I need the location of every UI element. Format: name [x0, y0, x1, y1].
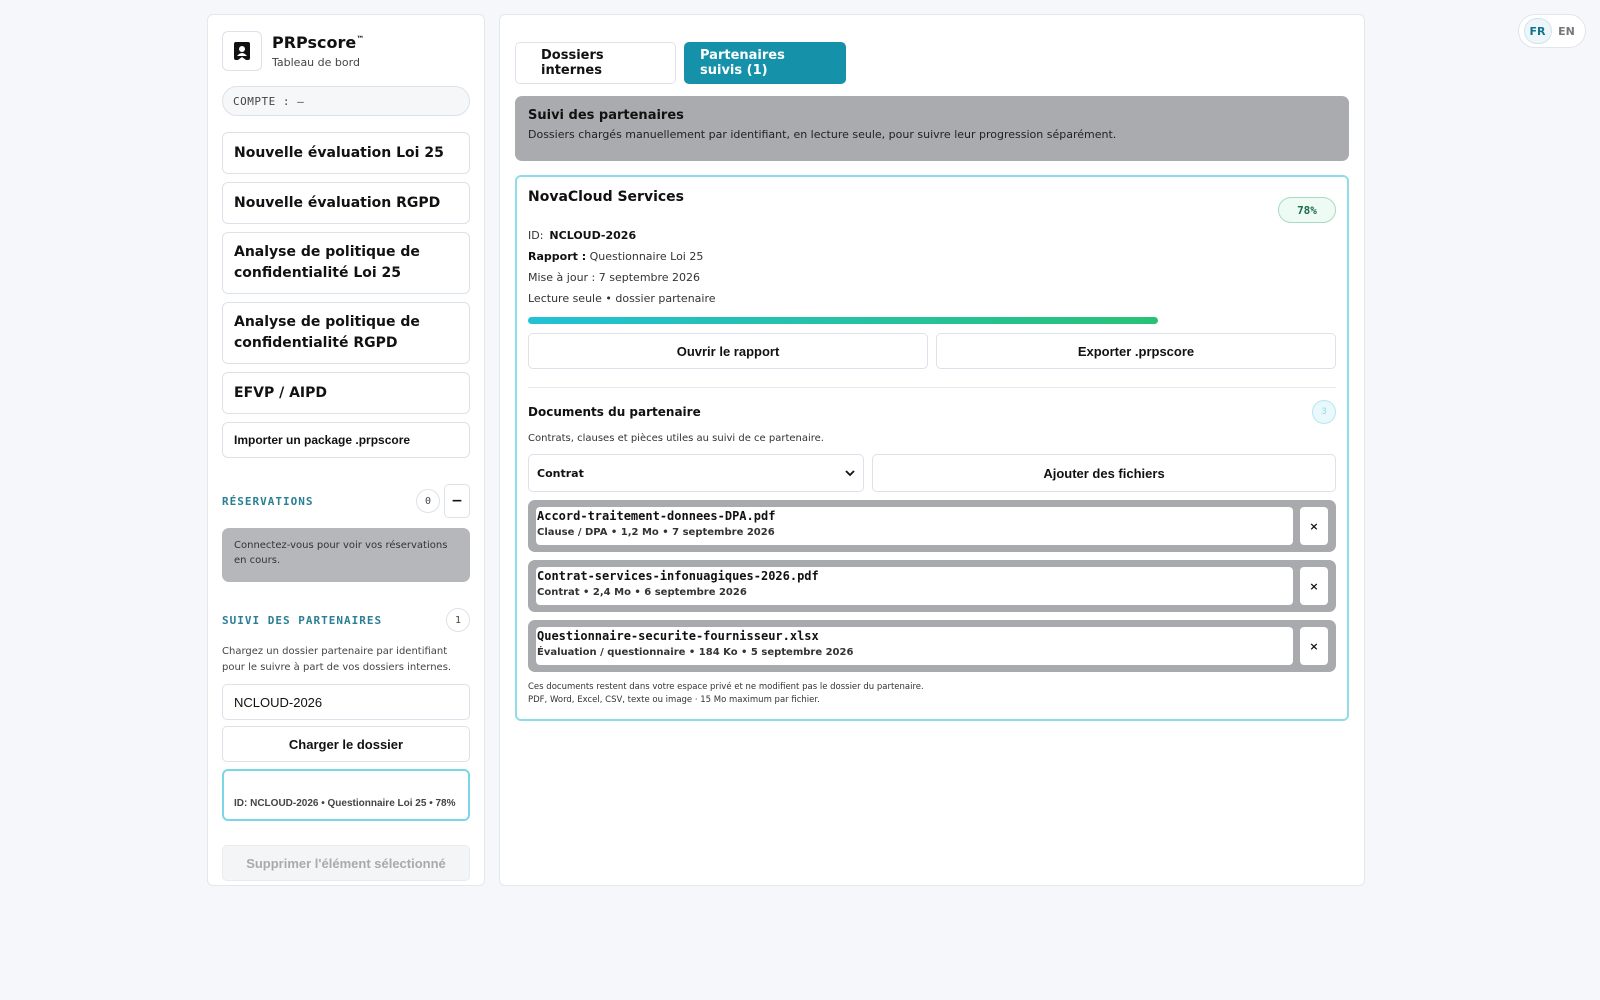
collapse-reservations-button[interactable]: −: [444, 484, 470, 518]
partner-card: NovaCloud Services 78% ID: NCLOUD-2026 Ra…: [515, 175, 1349, 721]
nav-new-rgpd[interactable]: Nouvelle évaluation RGPD: [222, 182, 470, 224]
reservations-header: RÉSERVATIONS 0 −: [222, 484, 470, 518]
partner-report-line: Rapport : Questionnaire Loi 25: [528, 250, 704, 263]
nav-policy-rgpd[interactable]: Analyse de politique de confidentialité …: [222, 302, 470, 364]
file-body[interactable]: Accord-traitement-donnees-DPA.pdf Clause…: [536, 507, 1293, 545]
export-prpscore-button[interactable]: Exporter .prpscore: [936, 333, 1336, 369]
remove-file-button[interactable]: ×: [1300, 567, 1328, 605]
load-dossier-button[interactable]: Charger le dossier: [222, 726, 470, 762]
file-meta: Clause / DPA • 1,2 Mo • 7 septembre 2026: [537, 527, 775, 538]
documents-subtitle: Contrats, clauses et pièces utiles au su…: [528, 433, 824, 444]
add-files-button[interactable]: Ajouter des fichiers: [872, 454, 1336, 492]
tab-internal-dossiers[interactable]: Dossiers internes: [515, 42, 676, 84]
file-meta: Contrat • 2,4 Mo • 6 septembre 2026: [537, 587, 747, 598]
partner-access-line: Lecture seule • dossier partenaire: [528, 292, 716, 305]
tabs: Dossiers internes Partenaires suivis (1): [515, 42, 1349, 84]
partner-name: NovaCloud Services: [528, 189, 684, 205]
delete-selected-button[interactable]: Supprimer l'élément sélectionné: [222, 845, 470, 881]
banner-subtitle: Dossiers chargés manuellement par identi…: [528, 128, 1117, 141]
lang-en-button[interactable]: EN: [1553, 18, 1581, 44]
document-type-select[interactable]: Contrat: [528, 454, 864, 492]
nav-import-package[interactable]: Importer un package .prpscore: [222, 422, 470, 458]
partners-header: SUIVI DES PARTENAIRES 1: [222, 608, 470, 632]
file-body[interactable]: Contrat-services-infonuagiques-2026.pdf …: [536, 567, 1293, 605]
partner-updated-line: Mise à jour : 7 septembre 2026: [528, 271, 701, 284]
brand-name: PRPscore™: [272, 33, 365, 52]
reservations-notice: Connectez-vous pour voir vos réservation…: [222, 528, 470, 582]
chevron-down-icon: [845, 470, 855, 477]
partners-count: 1: [446, 608, 470, 632]
progress-bar: [528, 317, 1336, 324]
lang-fr-button[interactable]: FR: [1523, 18, 1552, 44]
remove-file-button[interactable]: ×: [1300, 507, 1328, 545]
documents-title: Documents du partenaire: [528, 405, 701, 419]
progress-bar-fill: [528, 317, 1159, 324]
sidebar: PRPscore™ Tableau de bord COMPTE : — Nou…: [207, 14, 485, 886]
file-meta: Évaluation / questionnaire • 184 Ko • 5 …: [537, 647, 854, 658]
remove-file-button[interactable]: ×: [1300, 627, 1328, 665]
partner-id-line: ID: NCLOUD-2026: [528, 229, 637, 242]
file-name: Accord-traitement-donnees-DPA.pdf: [537, 509, 776, 523]
reservations-count: 0: [416, 489, 440, 513]
partners-banner: Suivi des partenaires Dossiers chargés m…: [515, 96, 1349, 161]
brand-subtitle: Tableau de bord: [272, 56, 360, 69]
account-field: COMPTE : —: [222, 86, 470, 116]
file-name: Contrat-services-infonuagiques-2026.pdf: [537, 569, 819, 583]
documents-footnote: Ces documents restent dans votre espace …: [528, 682, 924, 706]
nav-efvp-aipd[interactable]: EFVP / AIPD: [222, 372, 470, 414]
brand-logo-icon: [222, 31, 262, 71]
file-item: Questionnaire-securite-fournisseur.xlsx …: [528, 620, 1336, 672]
documents-count: 3: [1312, 400, 1336, 424]
selected-partner-item[interactable]: ID: NCLOUD-2026 • Questionnaire Loi 25 •…: [222, 769, 470, 821]
brand: PRPscore™ Tableau de bord: [222, 31, 470, 71]
divider: [528, 387, 1336, 388]
tab-followed-partners[interactable]: Partenaires suivis (1): [684, 42, 846, 84]
open-report-button[interactable]: Ouvrir le rapport: [528, 333, 928, 369]
banner-title: Suivi des partenaires: [528, 108, 684, 123]
reservations-title: RÉSERVATIONS: [222, 494, 314, 508]
document-type-value: Contrat: [537, 466, 584, 480]
partners-description: Chargez un dossier partenaire par identi…: [222, 646, 452, 673]
file-body[interactable]: Questionnaire-securite-fournisseur.xlsx …: [536, 627, 1293, 665]
partner-id-input[interactable]: NCLOUD-2026: [222, 684, 470, 720]
nav-policy-loi25[interactable]: Analyse de politique de confidentialité …: [222, 232, 470, 294]
file-name: Questionnaire-securite-fournisseur.xlsx: [537, 629, 819, 643]
language-switch: FR EN: [1518, 14, 1586, 48]
file-item: Accord-traitement-donnees-DPA.pdf Clause…: [528, 500, 1336, 552]
nav-new-loi25[interactable]: Nouvelle évaluation Loi 25: [222, 132, 470, 174]
main-panel: Dossiers internes Partenaires suivis (1)…: [499, 14, 1365, 886]
progress-percent-badge: 78%: [1278, 197, 1336, 223]
file-item: Contrat-services-infonuagiques-2026.pdf …: [528, 560, 1336, 612]
partners-title: SUIVI DES PARTENAIRES: [222, 613, 383, 627]
